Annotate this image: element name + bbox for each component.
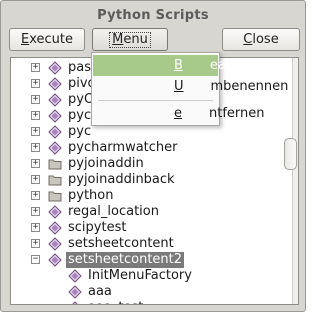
- expand-toggle-icon[interactable]: +: [31, 223, 40, 232]
- script-icon: [68, 301, 82, 304]
- expand-toggle-icon[interactable]: +: [31, 79, 40, 88]
- tree-row[interactable]: + pyjoinaddinback: [11, 172, 291, 188]
- tree-row-label: pyjoinaddinback: [68, 172, 175, 187]
- tree-row[interactable]: + pyjoinaddin: [11, 156, 291, 172]
- script-icon: [48, 237, 62, 251]
- tree-row[interactable]: aaa_test: [11, 300, 291, 304]
- expand-toggle-icon[interactable]: +: [31, 159, 40, 168]
- menu-label: Menu: [109, 31, 151, 48]
- tree-row[interactable]: + pyc: [11, 124, 291, 140]
- vertical-scrollbar[interactable]: [292, 58, 298, 304]
- tree-row-label: setsheetcontent: [68, 236, 174, 251]
- menu-item-label: Bearbeiten: [174, 58, 273, 73]
- expand-toggle-icon[interactable]: +: [31, 111, 40, 120]
- script-icon: [48, 61, 62, 75]
- menu-item-bearbeiten[interactable]: Bearbeiten: [93, 55, 272, 76]
- tree-row-label: pycharmwatcher: [68, 140, 178, 155]
- script-icon: [48, 221, 62, 235]
- tree-row[interactable]: aaa: [11, 284, 291, 300]
- script-icon: [68, 269, 82, 283]
- menu-separator: [98, 100, 213, 101]
- expand-toggle-icon[interactable]: +: [31, 95, 40, 104]
- collapse-toggle-icon[interactable]: −: [31, 255, 40, 264]
- title-bar[interactable]: Python Scripts: [1, 1, 305, 29]
- expand-toggle-icon[interactable]: +: [31, 175, 40, 184]
- folder-icon: [48, 189, 62, 203]
- menu-item-label: Umbenennen: [174, 79, 289, 94]
- tree-row-label: pas: [68, 60, 91, 75]
- folder-icon: [48, 173, 62, 187]
- script-icon: [48, 141, 62, 155]
- expand-toggle-icon[interactable]: +: [31, 191, 40, 200]
- tree-row[interactable]: + regal_location: [11, 204, 291, 220]
- expand-toggle-icon[interactable]: +: [31, 143, 40, 152]
- tree-row-label: pyc: [68, 124, 92, 139]
- execute-button[interactable]: Execute: [9, 28, 85, 51]
- scrollbar-thumb[interactable]: [284, 138, 297, 170]
- python-scripts-dialog: Python Scripts Execute Menu Close + pas + p…: [0, 0, 306, 312]
- expand-toggle-icon[interactable]: +: [31, 207, 40, 216]
- tree-row[interactable]: + scipytest: [11, 220, 291, 236]
- expand-toggle-icon[interactable]: +: [31, 63, 40, 72]
- tree-row[interactable]: − setsheetcontent2: [11, 252, 291, 268]
- tree-row-label: regal_location: [68, 204, 159, 219]
- script-icon: [48, 93, 62, 107]
- script-icon: [48, 125, 62, 139]
- menu-item-entfernen[interactable]: e ntfernen: [93, 103, 265, 124]
- tree-row-label: pyjoinaddin: [68, 156, 144, 171]
- tree-row[interactable]: + pycharmwatcher: [11, 140, 291, 156]
- tree-row-label: aaa: [88, 284, 112, 299]
- menu-item-umbenennen[interactable]: Umbenennen: [93, 76, 288, 97]
- tree-row-label: setsheetcontent2: [66, 252, 185, 268]
- script-icon: [48, 77, 62, 91]
- menu-button[interactable]: Menu: [92, 28, 168, 51]
- close-button[interactable]: Close: [222, 28, 300, 51]
- script-icon: [68, 285, 82, 299]
- script-icon: [48, 253, 62, 267]
- tree-row-label: python: [68, 188, 114, 203]
- script-icon: [48, 205, 62, 219]
- context-menu: Bearbeiten Umbenennen e ntfernen: [91, 52, 288, 126]
- tree-row-label: pyc: [68, 108, 92, 123]
- folder-icon: [48, 157, 62, 171]
- tree-row-label: InitMenuFactory: [88, 268, 192, 283]
- window-title: Python Scripts: [97, 7, 209, 23]
- expand-toggle-icon[interactable]: +: [31, 127, 40, 136]
- tree-row[interactable]: + setsheetcontent: [11, 236, 291, 252]
- execute-label: Execute: [21, 32, 73, 47]
- script-icon: [48, 109, 62, 123]
- menu-item-label: e ntfernen: [174, 106, 265, 121]
- tree-row-label: scipytest: [68, 220, 127, 235]
- expand-toggle-icon[interactable]: +: [31, 239, 40, 248]
- close-label: Close: [243, 32, 279, 47]
- tree-row[interactable]: InitMenuFactory: [11, 268, 291, 284]
- tree-row-label: aaa_test: [88, 300, 143, 304]
- tree-row[interactable]: + python: [11, 188, 291, 204]
